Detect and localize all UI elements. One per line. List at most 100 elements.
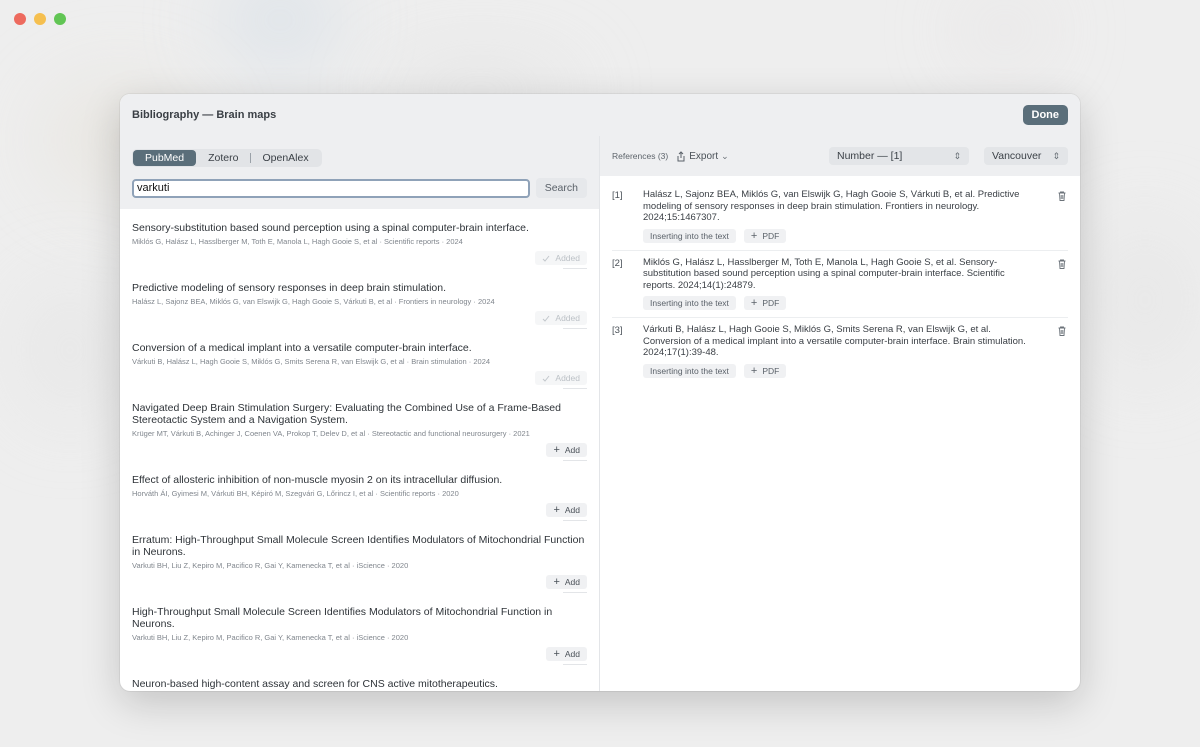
insert-into-text-button[interactable]: Inserting into the text	[643, 363, 736, 378]
result-item: Conversion of a medical implant into a v…	[132, 329, 587, 389]
plus-icon: +	[750, 229, 758, 242]
action-label: Add	[564, 577, 580, 587]
plus-icon: +	[750, 297, 758, 309]
insert-label: Inserting into the text	[650, 230, 729, 241]
action-label: Added	[555, 313, 580, 323]
search-pane: PubMed Zotero OpenAlex Search Sensory-su…	[120, 136, 600, 691]
updown-chevron-icon: ⇕	[1052, 150, 1060, 161]
add-button[interactable]: + Add	[546, 647, 587, 661]
insert-label: Inserting into the text	[650, 298, 729, 308]
dialog-header: Bibliography — Brain maps Done	[120, 94, 1080, 136]
reference-item: [2] Miklós G, Halász L, Hasslberger M, T…	[612, 256, 1068, 318]
reference-text: Várkuti B, Halász L, Hagh Gooie S, Mikló…	[643, 324, 1026, 358]
result-meta: Horváth ÁI, Gyimesi M, Várkuti BH, Képir…	[132, 489, 459, 498]
zoom-window-button[interactable]	[54, 13, 66, 25]
tab-zotero[interactable]: Zotero	[196, 150, 250, 166]
plus-icon: +	[553, 648, 560, 660]
result-title: Sensory-substitution based sound percept…	[132, 222, 529, 234]
done-button[interactable]: Done	[1022, 105, 1068, 125]
reference-number: [1]	[612, 190, 623, 201]
pdf-label: PDF	[762, 365, 780, 376]
result-title: Navigated Deep Brain Stimulation Surgery…	[132, 402, 561, 426]
result-title: Erratum: High-Throughput Small Molecule …	[132, 534, 585, 558]
result-meta: Miklós G, Halász L, Hasslberger M, Toth …	[132, 237, 463, 246]
action-label: Added	[555, 373, 580, 383]
result-title: Conversion of a medical implant into a v…	[132, 342, 472, 354]
dialog-title: Bibliography — Brain maps	[132, 109, 277, 121]
references-toolbar: References (3) Export ⌄ Number — [1] ⇕ V…	[600, 136, 1080, 176]
trash-icon[interactable]	[1056, 325, 1068, 337]
close-window-button[interactable]	[14, 13, 26, 25]
plus-icon: +	[553, 576, 560, 588]
numbering-select[interactable]: Number — [1] ⇕	[829, 147, 969, 165]
citation-style-select[interactable]: Vancouver ⇕	[984, 147, 1068, 165]
check-icon	[543, 255, 550, 262]
references-count: References (3)	[612, 151, 669, 161]
add-button[interactable]: + Add	[546, 443, 587, 457]
result-item: Neuron-based high-content assay and scre…	[132, 665, 587, 691]
references-pane: References (3) Export ⌄ Number — [1] ⇕ V…	[600, 136, 1080, 691]
insert-label: Inserting into the text	[650, 365, 729, 376]
chevron-down-icon: ⌄	[721, 150, 729, 161]
references-list: [1] Halász L, Sajonz BEA, Miklós G, van …	[600, 176, 1080, 385]
bibliography-dialog: Bibliography — Brain maps Done PubMed Zo…	[120, 94, 1080, 691]
action-label: Add	[564, 649, 580, 659]
insert-into-text-button[interactable]: Inserting into the text	[643, 228, 736, 243]
share-icon	[677, 150, 685, 161]
result-meta: Várkuti B, Halász L, Hagh Gooie S, Mikló…	[132, 357, 491, 366]
result-item: Predictive modeling of sensory responses…	[132, 269, 587, 329]
pdf-label: PDF	[762, 230, 780, 241]
result-item: Navigated Deep Brain Stimulation Surgery…	[132, 389, 587, 461]
result-meta: Varkuti BH, Liu Z, Kepiro M, Pacifico R,…	[132, 561, 409, 570]
trash-icon[interactable]	[1056, 258, 1068, 270]
result-item: Erratum: High-Throughput Small Molecule …	[132, 521, 587, 593]
result-title: Effect of allosteric inhibition of non-m…	[132, 474, 503, 486]
numbering-select-value: Number — [1]	[837, 150, 903, 162]
pdf-label: PDF	[762, 298, 780, 308]
add-pdf-button[interactable]: + PDF	[743, 363, 787, 378]
results-list: Sensory-substitution based sound percept…	[120, 209, 599, 691]
result-meta: Krüger MT, Várkuti B, Achinger J, Coenen…	[132, 429, 530, 438]
added-indicator: Added	[535, 251, 587, 265]
check-icon	[543, 375, 550, 382]
tab-openalex[interactable]: OpenAlex	[250, 150, 320, 166]
added-indicator: Added	[535, 371, 587, 385]
export-label: Export	[689, 150, 719, 162]
result-title: Predictive modeling of sensory responses…	[132, 282, 447, 294]
plus-icon: +	[553, 444, 560, 456]
updown-chevron-icon: ⇕	[953, 150, 961, 161]
plus-icon: +	[750, 364, 758, 377]
tab-pubmed[interactable]: PubMed	[133, 150, 197, 166]
result-meta: Varkuti BH, Liu Z, Kepiro M, Pacifico R,…	[132, 633, 409, 642]
result-title: High-Throughput Small Molecule Screen Id…	[132, 606, 553, 630]
plus-icon: +	[553, 504, 560, 516]
result-meta: Halász L, Sajonz BEA, Miklós G, van Elsw…	[132, 297, 495, 306]
reference-text: Miklós G, Halász L, Hasslberger M, Toth …	[643, 256, 1005, 291]
add-pdf-button[interactable]: + PDF	[743, 296, 787, 310]
action-label: Add	[564, 505, 580, 515]
export-menu[interactable]: Export ⌄	[676, 150, 729, 162]
add-button[interactable]: + Add	[546, 503, 587, 517]
reference-item: [1] Halász L, Sajonz BEA, Miklós G, van …	[612, 189, 1068, 251]
minimize-window-button[interactable]	[34, 13, 46, 25]
trash-icon[interactable]	[1056, 190, 1068, 202]
reference-number: [2]	[612, 257, 623, 269]
result-item: Sensory-substitution based sound percept…	[132, 209, 587, 269]
search-input[interactable]	[132, 178, 530, 198]
action-label: Add	[564, 445, 580, 455]
action-label: Added	[555, 253, 580, 263]
search-button[interactable]: Search	[535, 178, 587, 198]
source-segmented-control: PubMed Zotero OpenAlex	[132, 149, 322, 167]
added-indicator: Added	[535, 311, 587, 325]
add-button[interactable]: + Add	[546, 575, 587, 589]
reference-item: [3] Várkuti B, Halász L, Hagh Gooie S, M…	[612, 324, 1068, 385]
check-icon	[543, 315, 550, 322]
window-controls	[14, 13, 66, 25]
add-pdf-button[interactable]: + PDF	[743, 228, 787, 243]
result-item: High-Throughput Small Molecule Screen Id…	[132, 593, 587, 665]
search-toolbar: PubMed Zotero OpenAlex Search	[120, 136, 599, 209]
reference-number: [3]	[612, 325, 623, 336]
insert-into-text-button[interactable]: Inserting into the text	[643, 296, 736, 310]
result-item: Effect of allosteric inhibition of non-m…	[132, 461, 587, 521]
result-title: Neuron-based high-content assay and scre…	[132, 678, 498, 690]
